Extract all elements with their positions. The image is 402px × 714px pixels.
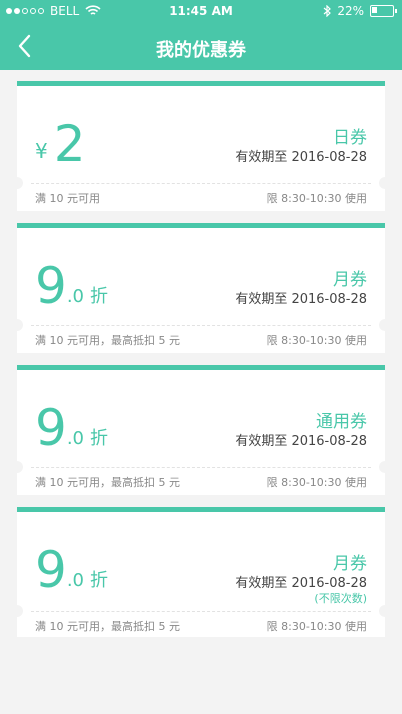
status-bar: BELL 11:45 AM 22%: [0, 0, 402, 24]
coupon-card[interactable]: 9 .0 折 通用券 有效期至 2016-08-28 满 10 元可用，最高抵扣…: [11, 365, 391, 495]
coupon-amount: 9 .0 折: [35, 541, 108, 599]
coupon-condition: 满 10 元可用，最高抵扣 5 元: [35, 476, 180, 489]
battery-level: [372, 7, 377, 13]
coupon-notch: [379, 319, 391, 331]
coupon-type: 月券: [333, 270, 367, 290]
coupon-type: 月券: [333, 554, 367, 574]
coupon-divider: [31, 611, 371, 612]
coupon-condition: 满 10 元可用，最高抵扣 5 元: [35, 334, 180, 347]
coupon-time-limit: 限 8:30-10:30 使用: [266, 334, 367, 347]
coupon-notch: [379, 605, 391, 617]
page-title: 我的优惠券: [156, 40, 246, 61]
coupon-card[interactable]: 9 .0 折 月券 有效期至 2016-08-28 (不限次数) 满 10 元可…: [11, 507, 391, 637]
coupon-notch: [379, 177, 391, 189]
coupon-notch: [11, 461, 23, 473]
coupon-notch: [11, 605, 23, 617]
coupon-validity: 有效期至 2016-08-28: [235, 434, 367, 449]
amount-decimal: .0: [66, 570, 84, 591]
coupon-validity: 有效期至 2016-08-28: [235, 292, 367, 307]
amount-unit: 折: [90, 570, 108, 591]
coupon-amount: ¥ 2: [35, 115, 86, 173]
currency-symbol: ¥: [35, 139, 48, 163]
coupon-divider: [31, 183, 371, 184]
coupon-validity: 有效期至 2016-08-28: [235, 576, 367, 591]
coupon-time-limit: 限 8:30-10:30 使用: [266, 192, 367, 205]
amount-unit: 折: [90, 428, 108, 449]
coupon-divider: [31, 325, 371, 326]
amount-decimal: .0: [66, 428, 84, 449]
coupon-amount: 9 .0 折: [35, 257, 108, 315]
coupon-condition: 满 10 元可用，最高抵扣 5 元: [35, 620, 180, 633]
coupon-time-limit: 限 8:30-10:30 使用: [266, 476, 367, 489]
coupon-notch: [11, 177, 23, 189]
coupon-divider: [31, 467, 371, 468]
status-right: 22%: [323, 4, 397, 18]
amount-value: 9: [35, 257, 67, 315]
bluetooth-icon: [323, 5, 332, 17]
coupon-type: 通用券: [316, 412, 367, 432]
coupon-notch: [379, 461, 391, 473]
coupon-card[interactable]: 9 .0 折 月券 有效期至 2016-08-28 满 10 元可用，最高抵扣 …: [11, 223, 391, 353]
coupon-type: 日券: [333, 128, 367, 148]
coupon-time-limit: 限 8:30-10:30 使用: [266, 620, 367, 633]
header: BELL 11:45 AM 22% 我的优惠券: [0, 0, 402, 70]
amount-value: 9: [35, 399, 67, 457]
amount-value: 2: [53, 115, 86, 173]
battery-percent: 22%: [337, 4, 364, 18]
coupon-condition: 满 10 元可用: [35, 192, 100, 205]
coupon-extra-note: (不限次数): [314, 592, 367, 605]
coupon-amount: 9 .0 折: [35, 399, 108, 457]
amount-unit: 折: [90, 286, 108, 307]
amount-decimal: .0: [66, 286, 84, 307]
coupon-validity: 有效期至 2016-08-28: [235, 150, 367, 165]
amount-value: 9: [35, 541, 67, 599]
navigation-bar: 我的优惠券: [0, 24, 402, 70]
coupon-card[interactable]: ¥ 2 日券 有效期至 2016-08-28 满 10 元可用 限 8:30-1…: [11, 81, 391, 211]
coupon-notch: [11, 319, 23, 331]
battery-icon: [370, 5, 397, 17]
